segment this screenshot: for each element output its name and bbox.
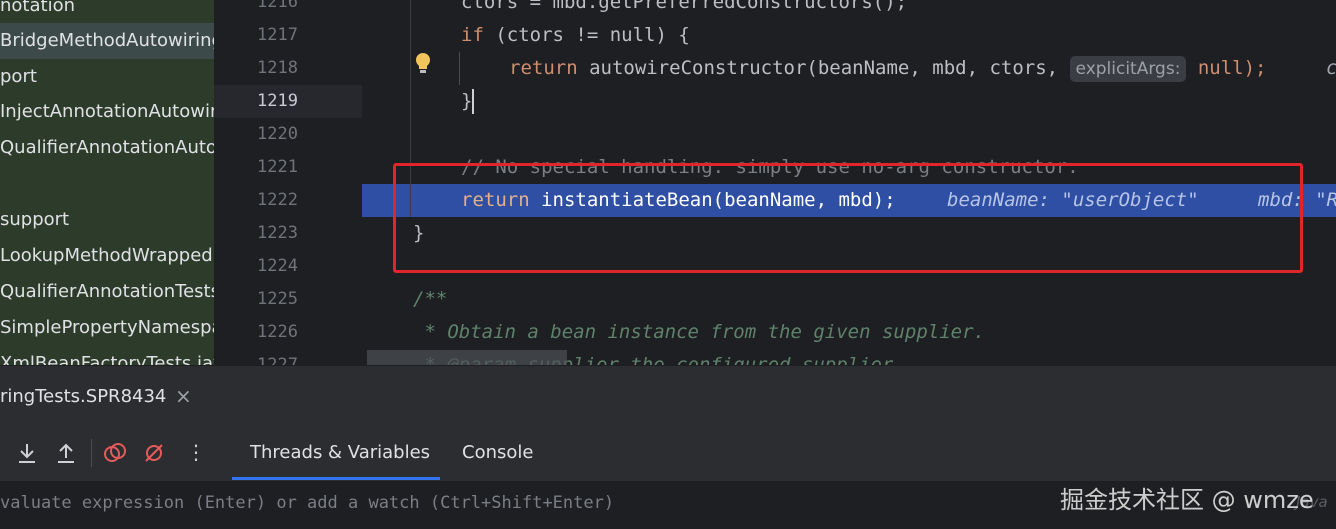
evaluate-expression-input[interactable]: valuate expression (Enter) or add a watc… [0,493,614,513]
horizontal-scrollbar[interactable] [367,350,567,365]
code-text: (ctors != null) { [483,24,690,46]
text-caret [472,89,474,114]
watermark: 掘金技术社区 @ wmze [1060,486,1314,514]
more-options-icon[interactable]: ⋮ [186,440,206,464]
step-into-icon[interactable] [15,441,39,465]
code-line-1219: } [461,90,473,112]
line-number: 1226 [257,322,298,342]
debug-session-tabbar: ringTests.SPR8434 × [0,365,1336,426]
code-text: null); [1186,57,1267,79]
annotation-rectangle [393,163,1303,273]
active-tab-indicator [232,477,440,480]
parameter-hint: explicitArgs: [1069,55,1187,82]
mute-breakpoints-icon[interactable] [142,441,166,465]
project-tree-item[interactable]: XmlBeanFactoryTests.java [0,346,214,365]
code-line-1217: if (ctors != null) { [461,19,690,52]
step-out-icon[interactable] [54,441,78,465]
line-number: 1223 [257,223,298,243]
project-tree-item-selected[interactable]: BridgeMethodAutowiring [0,23,214,59]
line-number: 1227 [257,355,298,365]
line-number: 1220 [257,124,298,144]
toolbar-separator [91,439,92,467]
tab-threads-variables[interactable]: Threads & Variables [250,442,430,463]
project-tree-item[interactable]: SimplePropertyNamespa [0,310,214,346]
project-tree-item[interactable]: QualifierAnnotationTests [0,274,214,310]
line-number: 1221 [257,157,298,177]
code-line-1225: /** [413,288,448,310]
project-tree-item[interactable]: QualifierAnnotationAutow [0,130,214,166]
close-icon[interactable]: × [175,384,192,408]
project-tree-item[interactable]: port [0,59,37,95]
indent-guide [459,52,460,85]
code-line-1218: return autowireConstructor(beanName, mbd… [509,52,1267,85]
project-tree-item[interactable]: notation [0,0,75,24]
keyword: return [509,57,578,79]
inline-value-hint: c [1326,52,1336,85]
line-number: 1225 [257,289,298,309]
line-number: 1222 [257,190,298,210]
line-number: 1218 [257,58,298,78]
keyword: if [461,24,484,46]
line-number: 1217 [257,25,298,45]
code-line-1226: * Obtain a bean instance from the given … [413,321,985,343]
code-line-1216: ctors = mbd.getPreferredConstructors(); [461,0,908,13]
project-tree-item[interactable]: InjectAnnotationAutowire [0,94,214,130]
code-text: autowireConstructor(beanName, mbd, ctors… [577,57,1070,79]
debug-toolbar: ⋮ Threads & Variables Console [0,425,1336,482]
view-breakpoints-icon[interactable] [103,441,127,465]
debug-session-tab[interactable]: ringTests.SPR8434 [0,386,166,407]
line-number: 1224 [257,256,298,276]
lightbulb-icon[interactable] [414,52,432,74]
project-tree-item[interactable]: support [0,202,69,238]
line-number: 1216 [257,0,298,12]
project-tree-item[interactable]: LookupMethodWrappedI [0,238,214,274]
tab-console[interactable]: Console [462,442,533,463]
project-tree-panel: notation BridgeMethodAutowiring port Inj… [0,0,214,365]
line-number-current: 1219 [257,91,298,111]
